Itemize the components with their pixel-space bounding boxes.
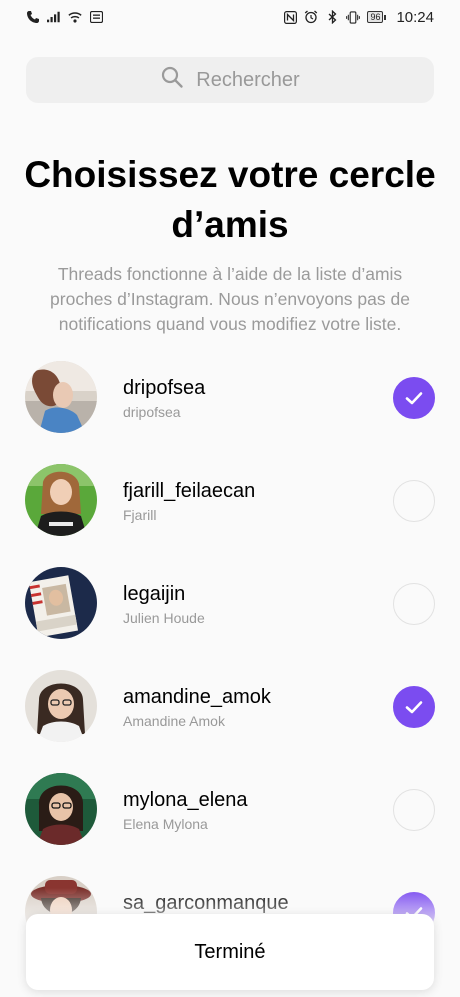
vibrate-icon (346, 10, 361, 24)
page-subtitle: Threads fonctionne à l’aide de la liste … (50, 264, 410, 334)
status-left (26, 10, 103, 24)
avatar (25, 464, 97, 536)
friends-list: dripofsea dripofsea fjarill_feilaecan Fj… (0, 361, 460, 979)
status-right: 96 10:24 (283, 9, 434, 26)
avatar (25, 567, 97, 639)
battery-icon: 96 (367, 11, 387, 23)
search-icon (160, 65, 184, 95)
notification-icon (89, 10, 103, 24)
done-button-label: Terminé (194, 940, 266, 963)
search-bar[interactable]: Rechercher (26, 57, 434, 103)
select-checkbox[interactable] (393, 789, 435, 831)
friend-username: dripofsea (123, 377, 206, 399)
friend-username: amandine_amok (123, 686, 271, 708)
avatar (25, 361, 97, 433)
friend-row[interactable]: mylona_elena Elena Mylona (0, 773, 460, 876)
select-checkbox[interactable] (393, 480, 435, 522)
wifi-calling-icon (26, 10, 40, 24)
friend-name: Fjarill (123, 507, 157, 523)
page-title: Choisissez votre cercle d’amis (24, 154, 436, 245)
nfc-icon (283, 10, 297, 24)
friend-row[interactable]: amandine_amok Amandine Amok (0, 670, 460, 773)
friend-username: fjarill_feilaecan (123, 480, 256, 502)
avatar (25, 670, 97, 742)
friend-row[interactable]: legaijin Julien Houde (0, 567, 460, 670)
select-checkbox[interactable] (393, 686, 435, 728)
alarm-icon (304, 10, 318, 24)
friend-username: mylona_elena (123, 789, 248, 811)
clock: 10:24 (396, 8, 434, 26)
friend-name: Julien Houde (123, 610, 205, 626)
friend-username: legaijin (123, 583, 186, 605)
friend-row[interactable]: dripofsea dripofsea (0, 361, 460, 464)
signal-icon (47, 10, 61, 24)
avatar (25, 773, 97, 845)
battery-level: 96 (367, 11, 384, 23)
checkmark-icon (405, 392, 423, 405)
status-bar: 96 10:24 (0, 0, 460, 34)
checkmark-icon (405, 701, 423, 714)
search-placeholder: Rechercher (196, 68, 300, 91)
select-checkbox[interactable] (393, 583, 435, 625)
wifi-icon (68, 10, 82, 24)
friend-name: Elena Mylona (123, 816, 208, 832)
select-checkbox[interactable] (393, 377, 435, 419)
friend-row[interactable]: fjarill_feilaecan Fjarill (0, 464, 460, 567)
bluetooth-icon (325, 10, 339, 24)
done-button[interactable]: Terminé (26, 914, 434, 990)
friend-name: dripofsea (123, 404, 181, 420)
friend-name: Amandine Amok (123, 713, 225, 729)
